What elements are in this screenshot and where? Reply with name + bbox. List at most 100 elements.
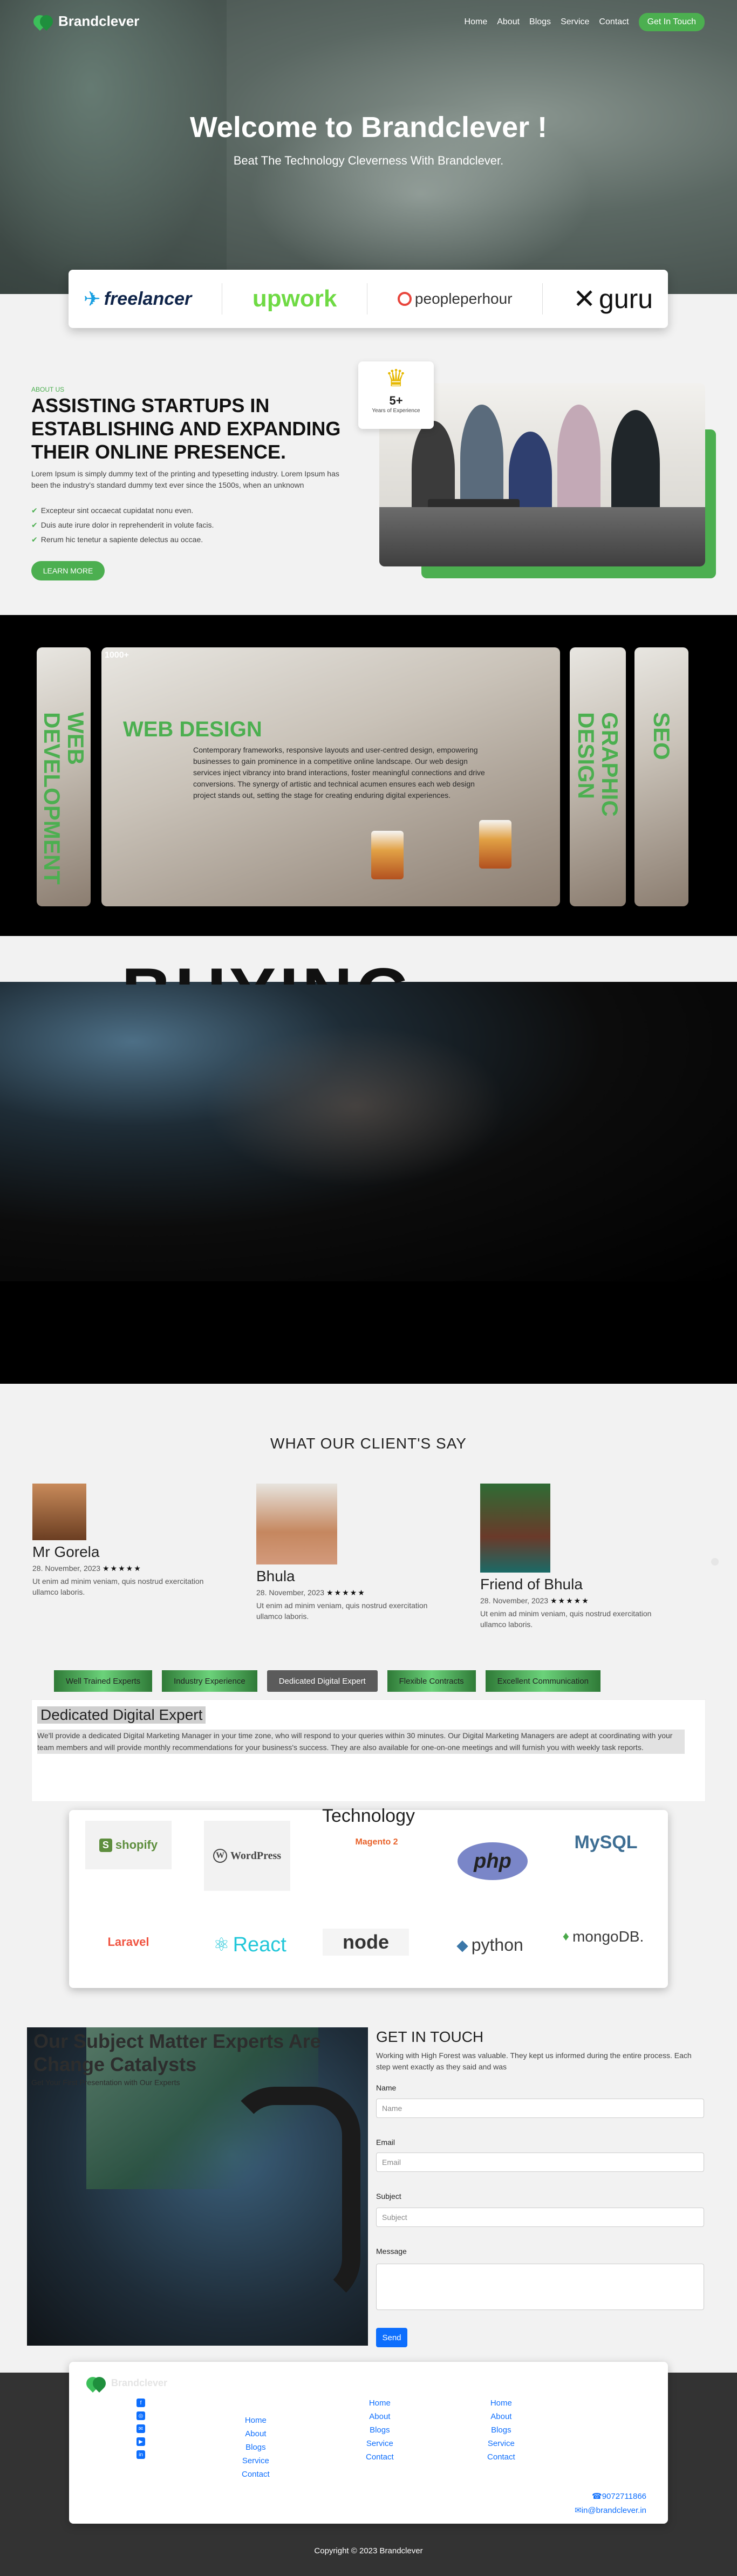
testimonial-text: Ut enim ad minim veniam, quis nostrud ex… — [32, 1577, 204, 1596]
nav-home[interactable]: Home — [465, 17, 488, 27]
get-in-touch-button[interactable]: Get In Touch — [638, 13, 705, 31]
testimonial-meta: 28. November, 2023 ★★★★★ — [256, 1588, 366, 1597]
footer-email[interactable]: ✉in@brandclever.in — [575, 2505, 646, 2515]
linkedin-icon[interactable]: in — [137, 2450, 145, 2459]
footer-link-about[interactable]: About — [490, 2412, 511, 2421]
service-card-graphic-design[interactable]: GRAPHIC DESIGN — [570, 647, 626, 906]
pph-circle-icon — [397, 292, 412, 306]
testimonial-card: Mr Gorela 28. November, 2023 ★★★★★ Ut en… — [32, 1484, 227, 1597]
service-card-web-design[interactable]: 1000+ WEB DESIGN Contemporary frameworks… — [101, 647, 560, 906]
nav-about[interactable]: About — [497, 17, 520, 27]
service-card-seo[interactable]: SEO — [634, 647, 688, 906]
footer-link-contact[interactable]: Contact — [366, 2452, 394, 2462]
facebook-icon[interactable]: f — [137, 2399, 145, 2407]
name-input[interactable] — [376, 2099, 704, 2118]
footer-link-about[interactable]: About — [245, 2429, 266, 2438]
footer-link-home[interactable]: Home — [490, 2399, 512, 2408]
testimonial-meta: 28. November, 2023 ★★★★★ — [32, 1564, 142, 1573]
footer-card: Brandclever f ◎ ✉ ▶ in Home About Blogs … — [69, 2362, 668, 2524]
freelancer-bird-icon: ✈ — [83, 288, 101, 311]
experience-badge: ♛ 5+ Years of Experience — [358, 361, 434, 429]
footer-links-col3: Home About Blogs Service Contact — [487, 2399, 515, 2462]
testimonial-name: Mr Gorela — [32, 1543, 100, 1560]
footer-link-contact[interactable]: Contact — [487, 2452, 515, 2462]
php-logo: php — [458, 1842, 528, 1880]
service-description: Contemporary frameworks, responsive layo… — [193, 746, 485, 800]
service-count: 1000+ — [105, 651, 129, 660]
upwork-logo: upwork — [252, 285, 337, 312]
footer-brand-name: Brandclever — [111, 2377, 168, 2388]
tab-panel-title: Dedicated Digital Expert — [37, 1706, 206, 1724]
message-label: Message — [376, 2247, 407, 2256]
laravel-logo: Laravel — [107, 1935, 149, 1949]
footer-link-blogs[interactable]: Blogs — [491, 2425, 511, 2435]
services-section: WEB DEVELOPMENT 1000+ WEB DESIGN Contemp… — [0, 615, 737, 936]
magento-logo: Magento 2 — [355, 1837, 398, 1847]
footer-link-home[interactable]: Home — [369, 2399, 391, 2408]
python-logo: ◆ python — [456, 1935, 523, 1955]
brand-logo[interactable]: Brandclever — [31, 12, 139, 31]
tab-dedicated-digital-expert[interactable]: Dedicated Digital Expert — [267, 1670, 378, 1692]
react-atom-icon: ⚛ — [213, 1935, 230, 1955]
peopleperhour-logo: peopleperhour — [397, 290, 513, 308]
check-icon: ✔ — [31, 535, 38, 544]
list-item: ✔ Duis aute irure dolor in reprehenderit … — [31, 521, 214, 529]
carousel-dot[interactable] — [711, 1558, 719, 1566]
copyright: Copyright © 2023 Brandclever — [314, 2546, 423, 2555]
logo-hearts-icon — [84, 2374, 108, 2393]
avatar — [480, 1484, 550, 1573]
tab-industry-experience[interactable]: Industry Experience — [162, 1670, 257, 1692]
email-label: Email — [376, 2138, 395, 2147]
footer-link-service[interactable]: Service — [488, 2439, 515, 2448]
nav-contact[interactable]: Contact — [599, 17, 629, 27]
email-input[interactable] — [376, 2153, 704, 2172]
partner-logos: ✈ freelancer upwork peopleperhour ✕ guru — [69, 270, 668, 328]
footer-phone[interactable]: ☎9072711866 — [592, 2491, 646, 2501]
banner-heading: BUYING — [121, 952, 618, 985]
service-label: SEO — [649, 712, 675, 760]
tab-excellent-communication[interactable]: Excellent Communication — [485, 1670, 600, 1692]
stars-icon: ★★★★★ — [326, 1588, 366, 1597]
footer-link-about[interactable]: About — [369, 2412, 390, 2421]
footer-links-col2: Home About Blogs Service Contact — [366, 2399, 394, 2462]
subject-input[interactable] — [376, 2208, 704, 2227]
testimonials-title: WHAT OUR CLIENT'S SAY — [270, 1435, 467, 1452]
avatar — [32, 1484, 86, 1540]
feature-tabs: Well Trained Experts Industry Experience… — [54, 1670, 600, 1692]
send-button[interactable]: Send — [376, 2328, 407, 2347]
instagram-icon[interactable]: ◎ — [137, 2411, 145, 2420]
youtube-icon[interactable]: ▶ — [137, 2437, 145, 2446]
tab-well-trained-experts[interactable]: Well Trained Experts — [54, 1670, 153, 1692]
python-snake-icon: ◆ — [456, 1936, 468, 1953]
contact-title: Our Subject Matter Experts Are Change Ca… — [33, 2030, 321, 2076]
list-item: ✔ Rerum hic tenetur a sapiente delectus a… — [31, 535, 203, 544]
footer-link-home[interactable]: Home — [245, 2416, 267, 2425]
footer-link-service[interactable]: Service — [366, 2439, 393, 2448]
footer-link-blogs[interactable]: Blogs — [370, 2425, 390, 2435]
message-input[interactable] — [376, 2264, 704, 2310]
nav-links: Home About Blogs Service Contact Get In … — [465, 13, 705, 31]
testimonial-name: Bhula — [256, 1568, 295, 1584]
about-list: ✔ Excepteur sint occaecat cupidatat nonu … — [31, 506, 214, 550]
service-label: GRAPHIC DESIGN — [574, 712, 623, 817]
mysql-logo: MySQL — [574, 1832, 638, 1853]
footer-link-contact[interactable]: Contact — [242, 2470, 270, 2479]
footer-contact: ☎9072711866 ✉in@brandclever.in — [571, 2491, 646, 2515]
crown-icon: ♛ — [385, 365, 407, 392]
react-logo: ⚛ React — [213, 1933, 286, 1956]
service-card-web-development[interactable]: WEB DEVELOPMENT — [37, 647, 91, 906]
footer-link-blogs[interactable]: Blogs — [245, 2443, 266, 2452]
logo-hearts-icon — [31, 12, 56, 31]
mongodb-logo: ♦ mongoDB. — [562, 1928, 644, 1945]
footer-link-service[interactable]: Service — [242, 2456, 269, 2465]
testimonial-text: Ut enim ad minim veniam, quis nostrud ex… — [480, 1609, 652, 1629]
nav-blogs[interactable]: Blogs — [529, 17, 551, 27]
nav-service[interactable]: Service — [561, 17, 589, 27]
learn-more-button[interactable]: LEARN MORE — [31, 561, 105, 580]
email-icon[interactable]: ✉ — [137, 2424, 145, 2433]
footer-logo[interactable]: Brandclever — [84, 2374, 168, 2393]
tab-panel: Dedicated Digital Expert We'll provide a… — [31, 1699, 706, 1802]
laptop-typing-image — [0, 982, 737, 1281]
footer-links-col1: Home About Blogs Service Contact — [242, 2416, 270, 2479]
tab-flexible-contracts[interactable]: Flexible Contracts — [387, 1670, 476, 1692]
